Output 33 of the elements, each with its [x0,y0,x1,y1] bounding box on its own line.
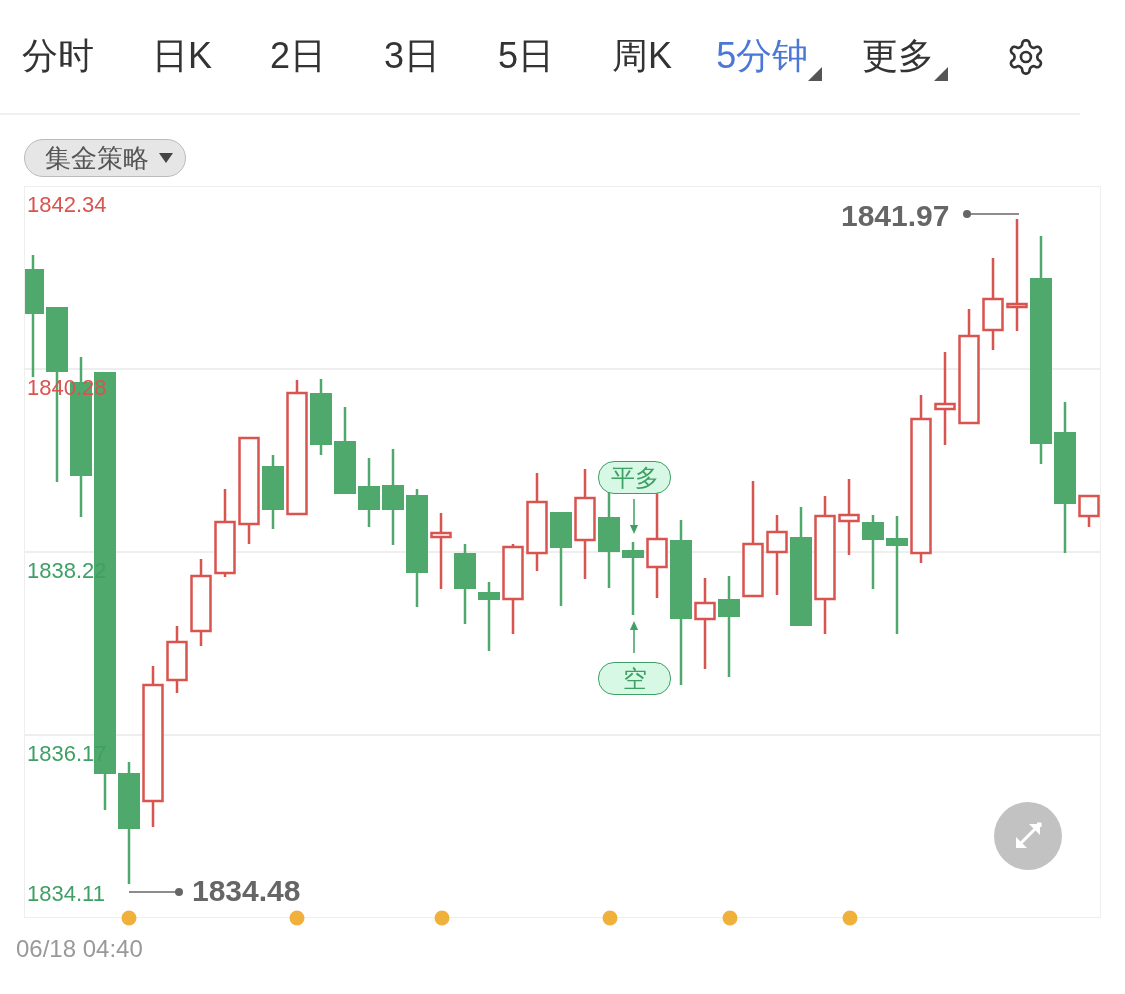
period-tab[interactable]: 5日 [498,32,555,81]
candlestick [166,626,188,693]
strategy-dropdown[interactable]: 集金策略 [24,139,186,177]
period-tab[interactable]: 2日 [270,32,327,81]
event-dot-icon [434,910,450,926]
price-axis-label: 1842.34 [27,192,107,218]
period-tab[interactable]: 分时 [22,32,94,81]
arrow-down-icon [629,499,639,535]
signal-tag: 平多 [598,461,671,494]
period-tab[interactable]: 3日 [384,32,441,81]
corner-triangle-icon [808,67,823,81]
max-price-label: 1841.97 [841,199,950,233]
arrow-up-icon [629,621,639,653]
period-tab[interactable]: 更多 [862,32,949,81]
event-dot-icon [722,910,738,926]
min-price-label: 1834.48 [192,874,301,908]
leader-line [129,887,184,897]
event-dot-icon [121,910,137,926]
period-tab[interactable]: 周K [612,32,673,81]
period-tab[interactable]: 5分钟 [716,32,823,81]
corner-triangle-icon [934,67,949,81]
event-dot-icon [602,910,618,926]
timestamp: 06/18 04:40 [16,935,144,963]
price-axis-label: 1834.11 [27,881,105,907]
candlestick [1078,494,1100,527]
period-tab[interactable]: 日K [152,32,212,81]
candlestick [358,458,380,527]
signal-tag: 空 [598,662,671,695]
caret-icon [159,153,173,163]
event-dot-icon [842,910,858,926]
event-dot-icon [289,910,305,926]
candlestick [478,582,500,651]
leader-line [962,209,1019,219]
